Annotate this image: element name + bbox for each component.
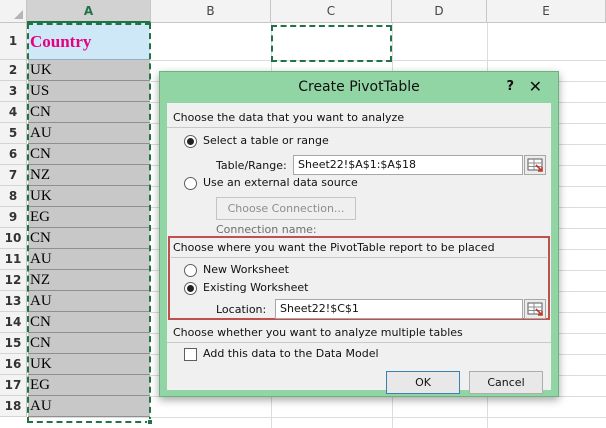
- column-header-a[interactable]: A: [27, 0, 151, 23]
- range-select-icon: [527, 302, 543, 316]
- cancel-button[interactable]: Cancel: [469, 371, 543, 394]
- column-header-e[interactable]: E: [487, 0, 606, 23]
- row-header-3[interactable]: 3: [0, 81, 27, 102]
- section-placement-label: Choose where you want the PivotTable rep…: [173, 241, 495, 254]
- section-divider: [167, 127, 551, 128]
- range-select-icon: [527, 158, 543, 172]
- radio-new-worksheet[interactable]: [184, 264, 197, 277]
- row-header-15[interactable]: 15: [0, 333, 27, 354]
- cell-a9[interactable]: EG: [28, 207, 150, 228]
- dialog-body: Choose the data that you want to analyze…: [167, 103, 551, 394]
- row-header-11[interactable]: 11: [0, 249, 27, 270]
- cell-a17[interactable]: EG: [28, 375, 150, 396]
- location-collapse-button[interactable]: [524, 299, 546, 319]
- ok-button[interactable]: OK: [386, 371, 460, 394]
- help-button[interactable]: ?: [506, 79, 514, 94]
- table-range-input[interactable]: Sheet22!$A$1:$A$18: [293, 155, 523, 175]
- radio-select-table-label[interactable]: Select a table or range: [203, 134, 329, 147]
- fill-handle[interactable]: [147, 419, 153, 425]
- radio-external-source[interactable]: [184, 177, 197, 190]
- radio-existing-worksheet[interactable]: [184, 282, 197, 295]
- cell-a18[interactable]: AU: [28, 396, 150, 417]
- radio-external-source-label[interactable]: Use an external data source: [203, 176, 358, 189]
- cell-a15[interactable]: CN: [28, 333, 150, 354]
- section-divider: [171, 257, 547, 258]
- cell-a1[interactable]: Country: [28, 23, 150, 60]
- row-header-4[interactable]: 4: [0, 102, 27, 123]
- connection-name-label: Connection name:: [216, 223, 317, 236]
- row-header-17[interactable]: 17: [0, 375, 27, 396]
- cell-a4[interactable]: CN: [28, 102, 150, 123]
- create-pivottable-dialog: Create PivotTable ? ✕ Choose the data th…: [159, 71, 559, 397]
- row-header-2[interactable]: 2: [0, 60, 27, 81]
- row-header-12[interactable]: 12: [0, 270, 27, 291]
- row-header-10[interactable]: 10: [0, 228, 27, 249]
- cell-a16[interactable]: UK: [28, 354, 150, 375]
- data-model-checkbox-label[interactable]: Add this data to the Data Model: [203, 347, 379, 360]
- location-label: Location:: [216, 303, 267, 316]
- column-header-c[interactable]: C: [271, 0, 392, 23]
- cell-a7[interactable]: NZ: [28, 165, 150, 186]
- cell-a13[interactable]: AU: [28, 291, 150, 312]
- column-header-d[interactable]: D: [392, 0, 487, 23]
- data-model-checkbox[interactable]: [184, 348, 197, 361]
- cell-a8[interactable]: UK: [28, 186, 150, 207]
- radio-select-table[interactable]: [184, 135, 197, 148]
- cell-a12[interactable]: NZ: [28, 270, 150, 291]
- cell-a14[interactable]: CN: [28, 312, 150, 333]
- section-divider: [167, 342, 551, 343]
- cell-a11[interactable]: AU: [28, 249, 150, 270]
- cell-c1-location-marquee[interactable]: [271, 25, 392, 62]
- select-all-corner[interactable]: [0, 0, 27, 23]
- row-header-18[interactable]: 18: [0, 396, 27, 417]
- close-button[interactable]: ✕: [529, 77, 542, 96]
- row-header-6[interactable]: 6: [0, 144, 27, 165]
- radio-existing-worksheet-label[interactable]: Existing Worksheet: [203, 281, 308, 294]
- radio-new-worksheet-label[interactable]: New Worksheet: [203, 263, 289, 276]
- table-range-label: Table/Range:: [216, 159, 287, 172]
- row-header-1[interactable]: 1: [0, 23, 27, 60]
- cell-a2[interactable]: UK: [28, 60, 150, 81]
- row-header-14[interactable]: 14: [0, 312, 27, 333]
- row-header-8[interactable]: 8: [0, 186, 27, 207]
- dialog-titlebar[interactable]: Create PivotTable ? ✕: [160, 72, 558, 103]
- row-header-7[interactable]: 7: [0, 165, 27, 186]
- section-multiple-tables-label: Choose whether you want to analyze multi…: [173, 326, 463, 339]
- row-header-13[interactable]: 13: [0, 291, 27, 312]
- choose-connection-button[interactable]: Choose Connection...: [216, 197, 356, 220]
- row-header-16[interactable]: 16: [0, 354, 27, 375]
- cell-a10[interactable]: CN: [28, 228, 150, 249]
- location-input[interactable]: Sheet22!$C$1: [275, 299, 523, 319]
- cell-a5[interactable]: AU: [28, 123, 150, 144]
- dialog-title: Create PivotTable: [298, 79, 420, 95]
- cell-a3[interactable]: US: [28, 81, 150, 102]
- section-analyze-label: Choose the data that you want to analyze: [173, 111, 405, 124]
- row-header-9[interactable]: 9: [0, 207, 27, 228]
- column-header-b[interactable]: B: [151, 0, 271, 23]
- table-range-collapse-button[interactable]: [524, 155, 546, 175]
- row-header-5[interactable]: 5: [0, 123, 27, 144]
- cell-a6[interactable]: CN: [28, 144, 150, 165]
